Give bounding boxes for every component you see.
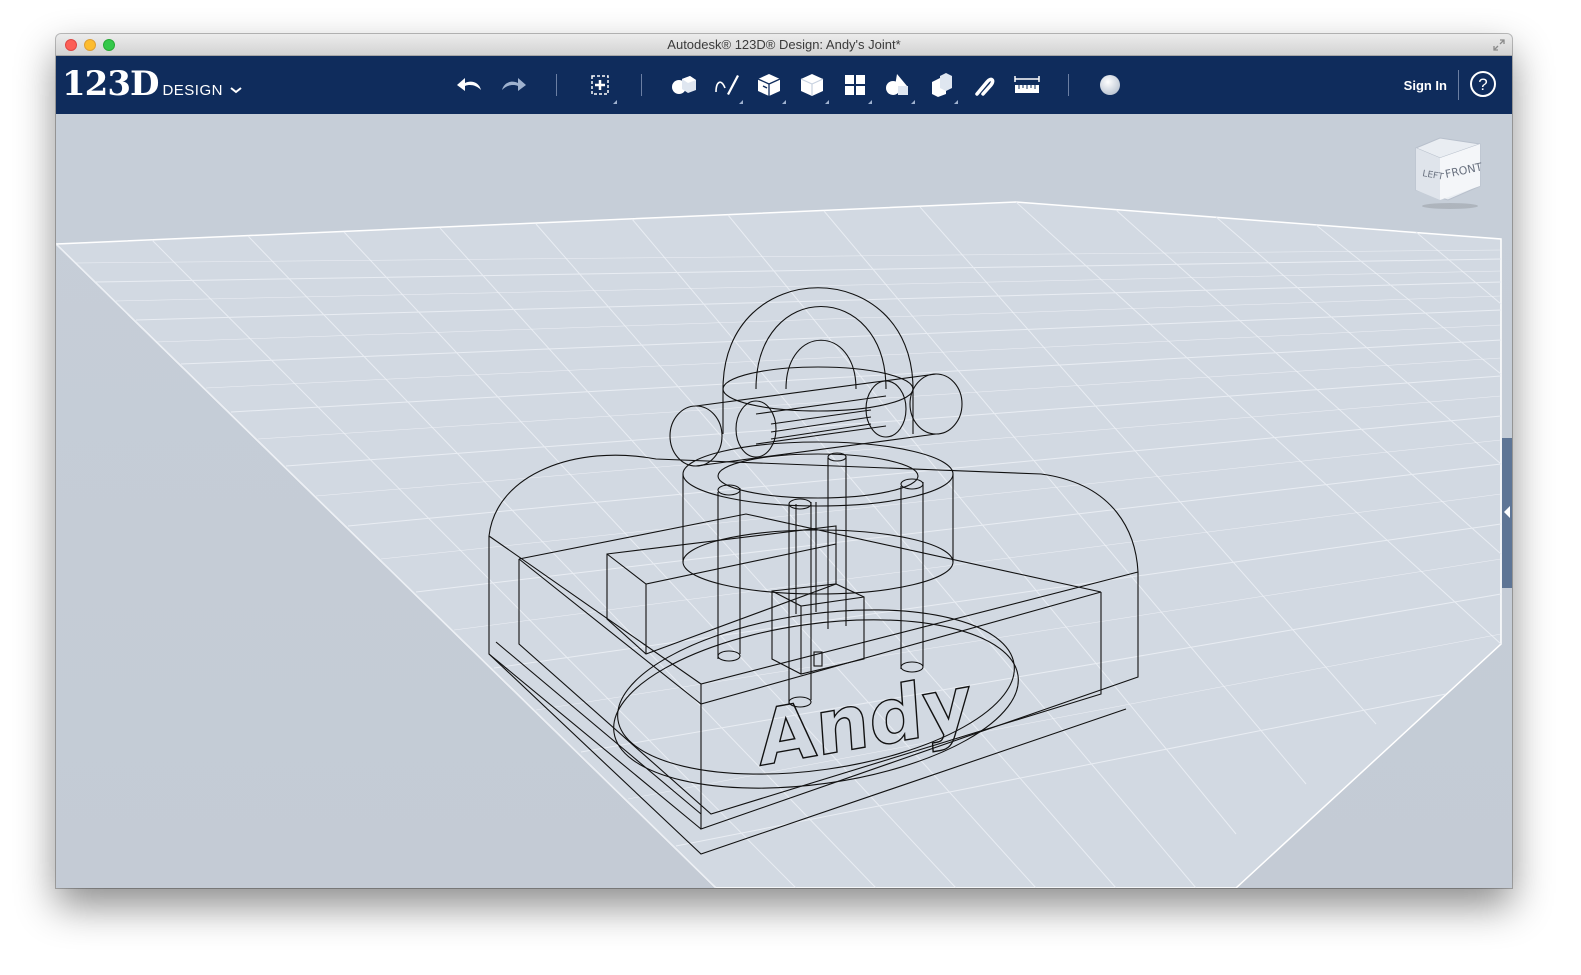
sign-in-link[interactable]: Sign In bbox=[1404, 78, 1447, 93]
toolbar-divider bbox=[1458, 70, 1459, 100]
material-button[interactable] bbox=[1092, 68, 1128, 102]
chevron-left-icon bbox=[1504, 506, 1510, 518]
primitives-icon bbox=[672, 76, 696, 94]
undo-icon bbox=[457, 78, 481, 91]
model-scene[interactable]: Andy bbox=[56, 114, 1512, 888]
pattern-button[interactable] bbox=[837, 68, 873, 104]
snap-icon bbox=[975, 77, 995, 96]
modify-icon bbox=[800, 74, 824, 96]
title-bar[interactable]: Autodesk® 123D® Design: Andy's Joint* bbox=[56, 34, 1512, 56]
grouping-button[interactable] bbox=[880, 68, 916, 104]
logo-main: 123D bbox=[62, 64, 159, 104]
3d-viewport[interactable]: Andy LEFT FRONT bbox=[56, 114, 1512, 888]
pattern-icon bbox=[845, 75, 865, 95]
measure-icon bbox=[1014, 76, 1040, 93]
window-title: Autodesk® 123D® Design: Andy's Joint* bbox=[667, 37, 901, 52]
chevron-down-icon bbox=[230, 87, 242, 94]
construct-button[interactable] bbox=[751, 68, 787, 104]
ground-grid bbox=[56, 201, 1502, 888]
logo-sub: DESIGN bbox=[162, 82, 223, 99]
modify-button[interactable] bbox=[794, 68, 830, 104]
combine-icon bbox=[932, 73, 952, 97]
construct-icon bbox=[757, 74, 781, 96]
view-cube[interactable]: LEFT FRONT bbox=[1410, 134, 1490, 210]
snap-button[interactable] bbox=[966, 68, 1002, 102]
help-button[interactable]: ? bbox=[1470, 71, 1496, 97]
fullscreen-icon[interactable] bbox=[1492, 38, 1506, 52]
undo-button[interactable] bbox=[452, 68, 488, 102]
transform-icon bbox=[591, 75, 609, 95]
toolbar-divider bbox=[641, 74, 642, 96]
toolbar-divider bbox=[556, 74, 557, 96]
side-panel-toggle[interactable] bbox=[1502, 438, 1512, 588]
sketch-icon bbox=[715, 75, 739, 95]
primitives-button[interactable] bbox=[665, 68, 701, 102]
combine-button[interactable] bbox=[923, 68, 959, 104]
redo-button[interactable] bbox=[495, 68, 531, 102]
toolbar-divider bbox=[1068, 74, 1069, 96]
redo-icon bbox=[502, 78, 526, 91]
sketch-button[interactable] bbox=[708, 68, 744, 104]
main-toolbar: 123D DESIGN Sign In ? bbox=[56, 56, 1512, 114]
app-menu-button[interactable]: 123D DESIGN bbox=[62, 64, 243, 104]
material-icon bbox=[1100, 75, 1120, 95]
measure-button[interactable] bbox=[1009, 68, 1045, 102]
app-window: Autodesk® 123D® Design: Andy's Joint* 12… bbox=[56, 34, 1512, 888]
transform-button[interactable] bbox=[582, 68, 618, 104]
grouping-icon bbox=[886, 74, 908, 95]
